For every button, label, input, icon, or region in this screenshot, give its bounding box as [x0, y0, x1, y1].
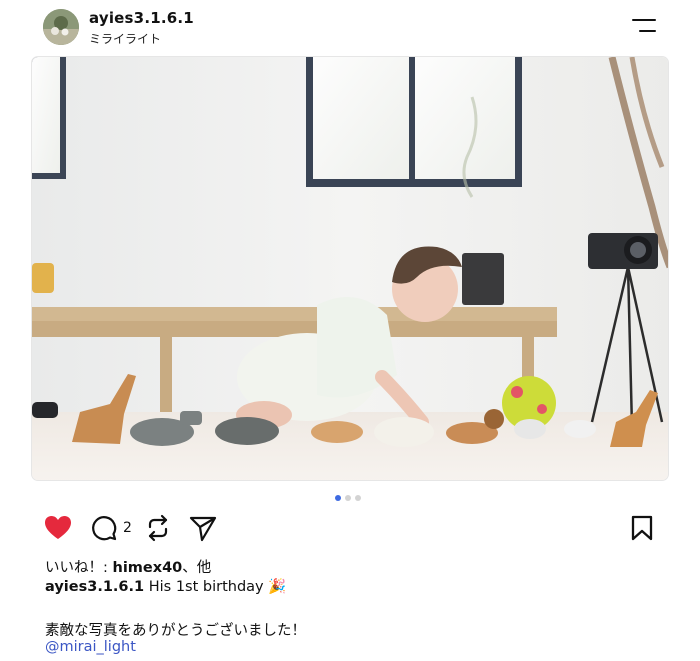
caption-text: His 1st birthday 🎉 [144, 579, 287, 595]
post-header: ayies3.1.6.1 ミライライト [0, 0, 700, 56]
comment-count: 2 [123, 520, 132, 536]
post-location[interactable]: ミライライト [89, 30, 161, 47]
heart-icon [45, 516, 71, 539]
caption-username[interactable]: ayies3.1.6.1 [45, 579, 144, 595]
caption-comment-text: 素敵な写真をありがとうございました！ [45, 623, 306, 639]
like-button[interactable] [44, 510, 72, 546]
comment-icon [92, 516, 117, 541]
carousel-dot[interactable] [345, 495, 351, 501]
post-photo[interactable] [31, 56, 669, 481]
post-username[interactable]: ayies3.1.6.1 [89, 9, 194, 27]
avatar[interactable] [43, 9, 79, 45]
bookmark-button[interactable] [630, 510, 654, 546]
likes-user[interactable]: himex40 [113, 560, 183, 576]
bookmark-icon [631, 515, 653, 541]
send-button[interactable] [189, 510, 217, 546]
comment-button[interactable]: 2 [90, 510, 132, 546]
repost-icon [148, 514, 168, 542]
mention-link[interactable]: @mirai_light [45, 639, 136, 655]
likes-suffix[interactable]: 、他 [182, 560, 211, 576]
likes-prefix: いいね！: [45, 560, 113, 576]
repost-button[interactable] [145, 510, 171, 546]
menu-icon[interactable] [630, 15, 658, 37]
carousel-dot-active[interactable] [335, 495, 341, 501]
post-photo-image [32, 57, 668, 480]
carousel-dot[interactable] [355, 495, 361, 501]
likes-line: いいね！: himex40、他 [45, 556, 211, 577]
carousel-indicator [335, 495, 361, 501]
send-icon [189, 516, 217, 542]
action-bar: 2 [0, 510, 700, 546]
post-caption: ayies3.1.6.1 His 1st birthday 🎉 [45, 578, 286, 595]
